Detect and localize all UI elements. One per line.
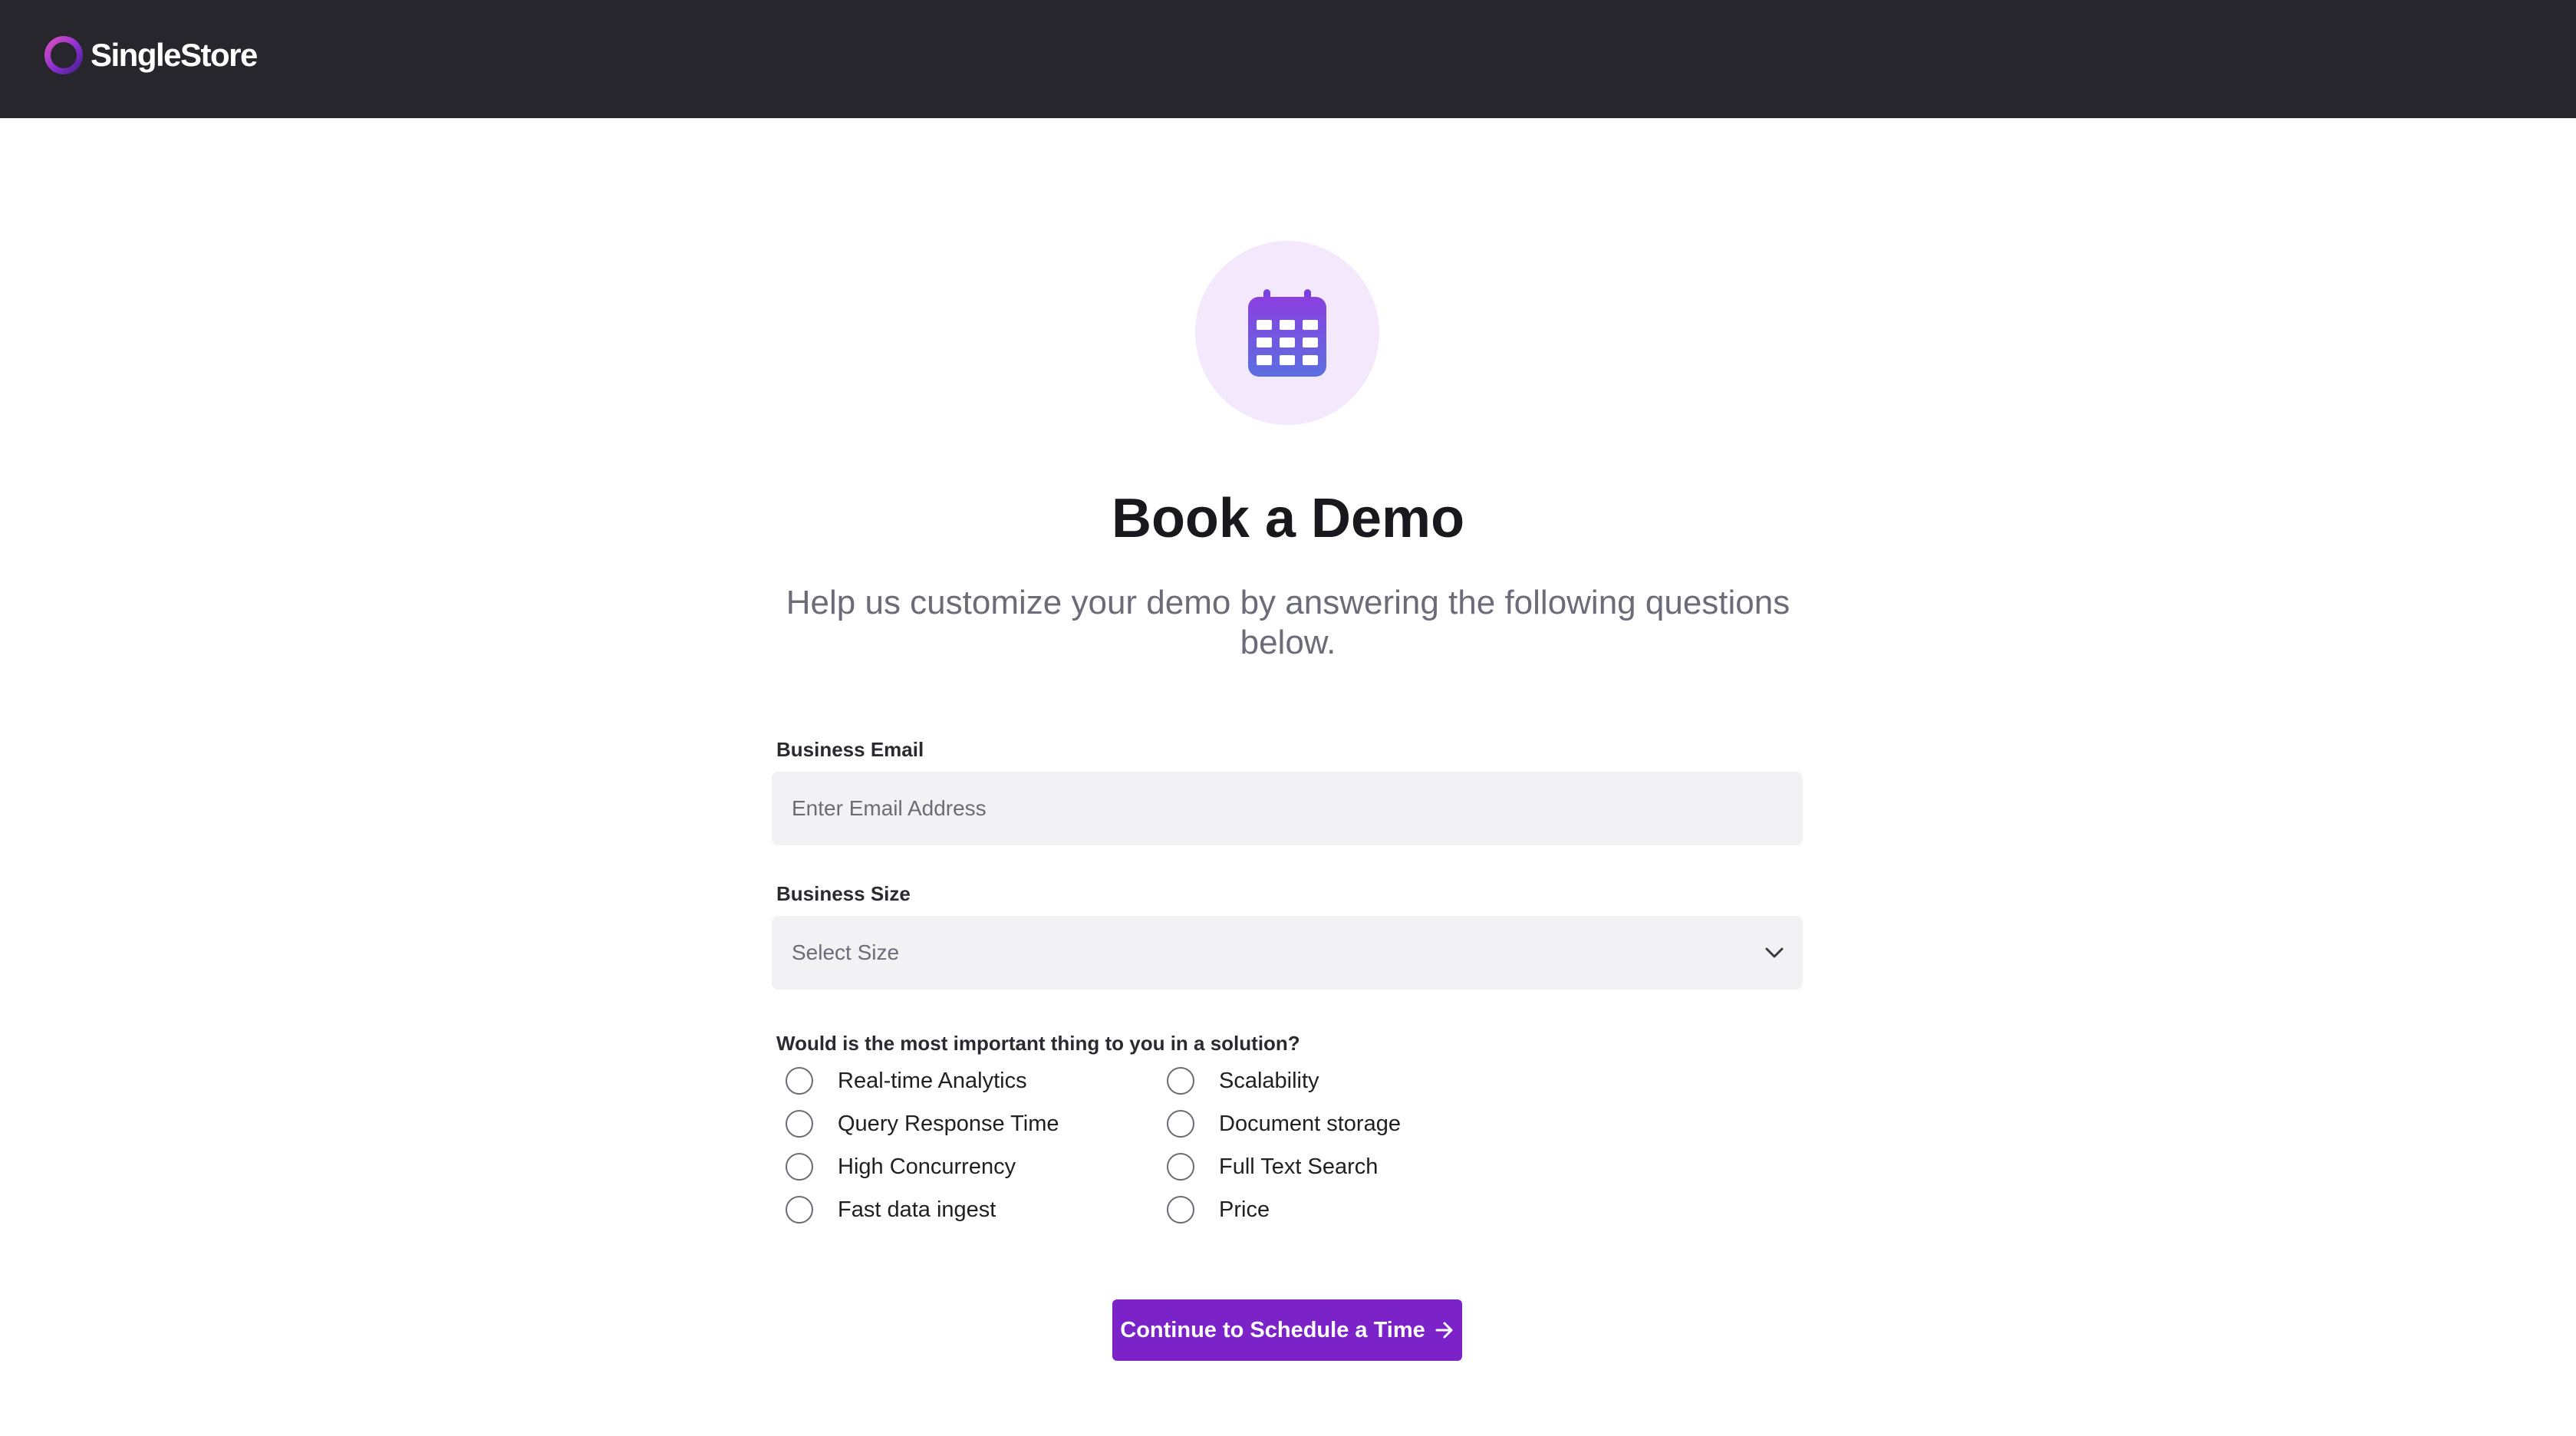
business-email-label: Business Email [776, 738, 924, 761]
top-navigation-bar: SingleStore [0, 0, 2576, 118]
radio-button[interactable] [1167, 1067, 1194, 1095]
option-high-concurrency[interactable]: High Concurrency [786, 1151, 1016, 1182]
option-full-text-search[interactable]: Full Text Search [1167, 1151, 1378, 1182]
option-label: Document storage [1219, 1111, 1401, 1136]
continue-button-label: Continue to Schedule a Time [1120, 1317, 1425, 1342]
business-size-label: Business Size [776, 882, 911, 905]
page-subtitle: Help us customize your demo by answering… [786, 584, 1790, 661]
radio-button[interactable] [786, 1196, 813, 1224]
calendar-icon-circle [1195, 241, 1379, 425]
radio-button[interactable] [786, 1067, 813, 1095]
arrow-right-icon [1435, 1322, 1453, 1339]
chevron-down-icon [1765, 947, 1784, 958]
option-document-storage[interactable]: Document storage [1167, 1108, 1401, 1139]
option-fast-data-ingest[interactable]: Fast data ingest [786, 1194, 996, 1225]
priority-question-label: Would is the most important thing to you… [776, 1032, 1300, 1055]
option-label: Query Response Time [838, 1111, 1059, 1136]
option-label: High Concurrency [838, 1154, 1016, 1179]
option-label: Real-time Analytics [838, 1068, 1027, 1093]
radio-button[interactable] [1167, 1196, 1194, 1224]
page-title: Book a Demo [1111, 488, 1465, 549]
singlestore-logo-icon [44, 36, 83, 74]
continue-to-schedule-button[interactable]: Continue to Schedule a Time [1112, 1299, 1462, 1361]
option-query-response-time[interactable]: Query Response Time [786, 1108, 1059, 1139]
option-label: Scalability [1219, 1068, 1319, 1093]
business-email-input[interactable]: Enter Email Address [772, 772, 1803, 845]
option-label: Full Text Search [1219, 1154, 1379, 1179]
singlestore-logo[interactable]: SingleStore [43, 34, 258, 77]
option-label: Price [1219, 1197, 1270, 1222]
option-label: Fast data ingest [838, 1197, 996, 1222]
radio-button[interactable] [1167, 1110, 1194, 1138]
brand-name: SingleStore [91, 37, 258, 73]
radio-button[interactable] [786, 1110, 813, 1138]
email-placeholder: Enter Email Address [792, 796, 987, 820]
option-price[interactable]: Price [1167, 1194, 1270, 1225]
radio-button[interactable] [1167, 1153, 1194, 1181]
size-selected-value: Select Size [792, 940, 900, 964]
calendar-icon [1248, 289, 1326, 377]
option-real-time-analytics[interactable]: Real-time Analytics [786, 1065, 1027, 1096]
option-scalability[interactable]: Scalability [1167, 1065, 1319, 1096]
business-size-select[interactable]: Select Size [772, 916, 1803, 990]
radio-button[interactable] [786, 1153, 813, 1181]
